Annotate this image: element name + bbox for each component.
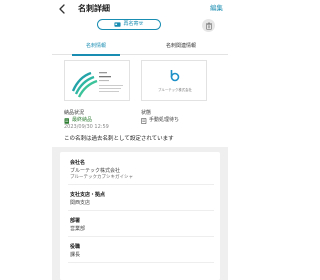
phone-screen: 名刺詳細 編集 再名寄せ 名刺情報 名刺関連情報 ブルーテック株式会社 納品状況… [52, 0, 228, 280]
card-back-caption: ブルーテック株式会社 [158, 87, 193, 92]
card-icon [114, 22, 122, 27]
branch-value: 関西支店 [70, 200, 91, 206]
card-back-thumbnail[interactable]: ブルーテック株式会社 [141, 60, 207, 101]
chevron-left-icon[interactable] [56, 3, 68, 15]
card-back-image: ブルーテック株式会社 [158, 70, 193, 92]
delivery-status-text: 最終納品 [72, 117, 93, 123]
company-kana: ブルーテックカブシキガイシャ [70, 175, 133, 180]
past-card-notice: この名刺は過去名刺として設定されています [64, 136, 174, 142]
position-value: 課長 [70, 252, 81, 258]
delivery-timestamp: 2023/09/30 12:59 [64, 124, 109, 130]
delivery-status-label: 納品状況 [64, 110, 85, 116]
tab-card-related-info[interactable]: 名刺関連情報 [142, 39, 220, 55]
position-label: 役職 [70, 244, 81, 250]
trash-icon [205, 22, 212, 30]
edit-button[interactable]: 編集 [210, 3, 223, 14]
divider [68, 184, 214, 185]
header: 名刺詳細 編集 [52, 0, 228, 17]
divider [68, 210, 214, 211]
tab-bar: 名刺情報 名刺関連情報 [52, 39, 228, 56]
card-front-thumbnail[interactable] [64, 60, 130, 101]
state-text: 手動処理待ち [149, 117, 180, 123]
department-value: 営業部 [70, 226, 86, 232]
branch-label: 支社支店・拠点 [70, 192, 106, 198]
delivery-status-value: 最終納品 [64, 117, 92, 124]
company-value: ブルーテック株式会社 [70, 168, 121, 174]
divider [68, 236, 214, 237]
department-label: 部署 [70, 218, 81, 224]
state-value: 手動処理待ち [141, 117, 179, 124]
document-icon [141, 117, 147, 124]
card-front-image [71, 71, 123, 98]
document-check-icon [64, 117, 69, 124]
reissue-button-label: 再名寄せ [123, 21, 144, 27]
reissue-button[interactable]: 再名寄せ [97, 19, 161, 30]
tab-card-info[interactable]: 名刺情報 [60, 39, 132, 56]
delete-button[interactable] [202, 19, 215, 32]
company-label: 会社名 [70, 160, 86, 166]
divider [68, 262, 214, 263]
page-title: 名刺詳細 [78, 4, 110, 13]
state-label: 状態 [141, 110, 152, 116]
